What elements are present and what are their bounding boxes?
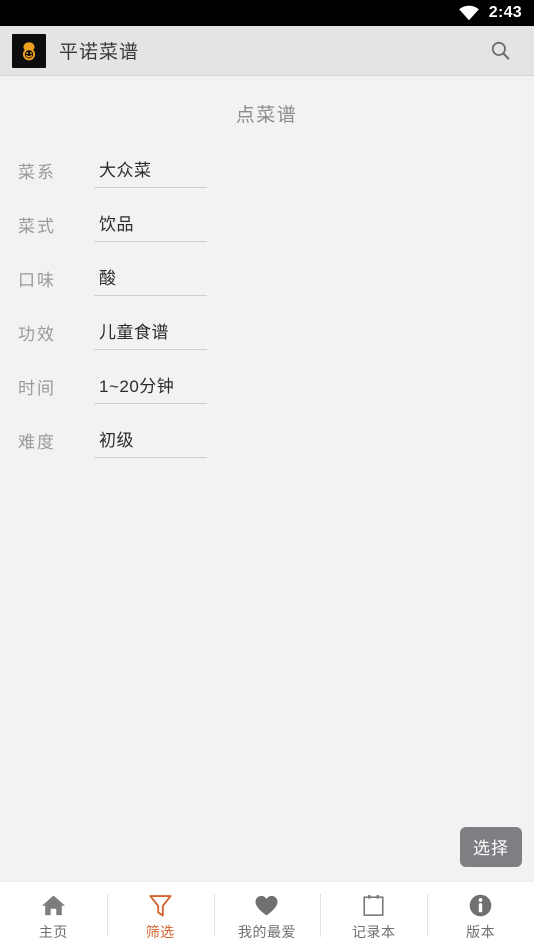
value-effect: 儿童食谱 xyxy=(99,322,169,342)
nav-label-home: 主页 xyxy=(38,924,68,940)
status-bar-time: 2:43 xyxy=(488,4,522,21)
form-row-time: 时间 1~20分钟 xyxy=(18,365,534,419)
nav-item-favorites[interactable]: 我的最爱 xyxy=(213,882,321,949)
nav-label-favorites: 我的最爱 xyxy=(237,924,296,940)
form-row-taste: 口味 酸 xyxy=(18,257,534,311)
bottom-navigation: 主页 筛选 我的最爱 记录本 版本 xyxy=(0,881,534,949)
label-taste: 口味 xyxy=(18,271,56,290)
value-time: 1~20分钟 xyxy=(99,376,175,396)
status-bar-right: 2:43 xyxy=(458,5,522,21)
value-difficulty: 初级 xyxy=(99,430,134,450)
page-title: 点菜谱 xyxy=(235,105,298,126)
app-root: 2:43 平诺菜谱 点菜谱 菜系 大众菜 菜式 饮品 口味 酸 功效 儿童食谱 … xyxy=(0,0,534,949)
field-taste[interactable]: 酸 xyxy=(94,257,207,296)
field-difficulty[interactable]: 初级 xyxy=(94,419,207,458)
field-time[interactable]: 1~20分钟 xyxy=(94,365,207,404)
heart-icon xyxy=(253,891,280,919)
value-dish-type: 饮品 xyxy=(99,214,134,234)
app-title: 平诺菜谱 xyxy=(59,42,140,63)
main-content: 点菜谱 菜系 大众菜 菜式 饮品 口味 酸 功效 儿童食谱 时间 1~20分钟 … xyxy=(0,76,534,881)
label-dish-type: 菜式 xyxy=(18,217,56,236)
app-logo-chef-icon xyxy=(12,33,46,68)
home-icon xyxy=(40,891,67,919)
nav-item-home[interactable]: 主页 xyxy=(0,882,107,949)
form-row-cuisine: 菜系 大众菜 xyxy=(18,149,534,203)
app-bar: 平诺菜谱 xyxy=(0,26,534,76)
clipboard-icon xyxy=(360,891,387,919)
value-taste: 酸 xyxy=(99,268,117,288)
search-button[interactable] xyxy=(480,31,520,71)
nav-item-notebook[interactable]: 记录本 xyxy=(320,882,427,949)
filter-form: 菜系 大众菜 菜式 饮品 口味 酸 功效 儿童食谱 时间 1~20分钟 难度 初… xyxy=(0,149,534,473)
label-difficulty: 难度 xyxy=(18,433,56,452)
nav-label-notebook: 记录本 xyxy=(352,924,396,940)
nav-label-filter: 筛选 xyxy=(145,924,175,940)
nav-item-version[interactable]: 版本 xyxy=(427,882,534,949)
field-effect[interactable]: 儿童食谱 xyxy=(94,311,207,350)
filter-funnel-icon xyxy=(147,891,174,919)
label-effect: 功效 xyxy=(18,325,56,344)
label-cuisine: 菜系 xyxy=(18,163,56,182)
select-button[interactable]: 选择 xyxy=(460,827,522,867)
field-cuisine[interactable]: 大众菜 xyxy=(94,149,207,188)
label-time: 时间 xyxy=(18,379,56,398)
status-bar: 2:43 xyxy=(0,0,534,26)
nav-item-filter[interactable]: 筛选 xyxy=(106,882,214,949)
form-row-difficulty: 难度 初级 xyxy=(18,419,534,473)
field-dish-type[interactable]: 饮品 xyxy=(94,203,207,242)
search-icon xyxy=(489,39,512,62)
form-row-effect: 功效 儿童食谱 xyxy=(18,311,534,365)
wifi-icon xyxy=(458,5,480,21)
info-circle-icon xyxy=(467,891,494,919)
value-cuisine: 大众菜 xyxy=(99,160,152,180)
nav-label-version: 版本 xyxy=(466,924,496,940)
form-row-dish-type: 菜式 饮品 xyxy=(18,203,534,257)
